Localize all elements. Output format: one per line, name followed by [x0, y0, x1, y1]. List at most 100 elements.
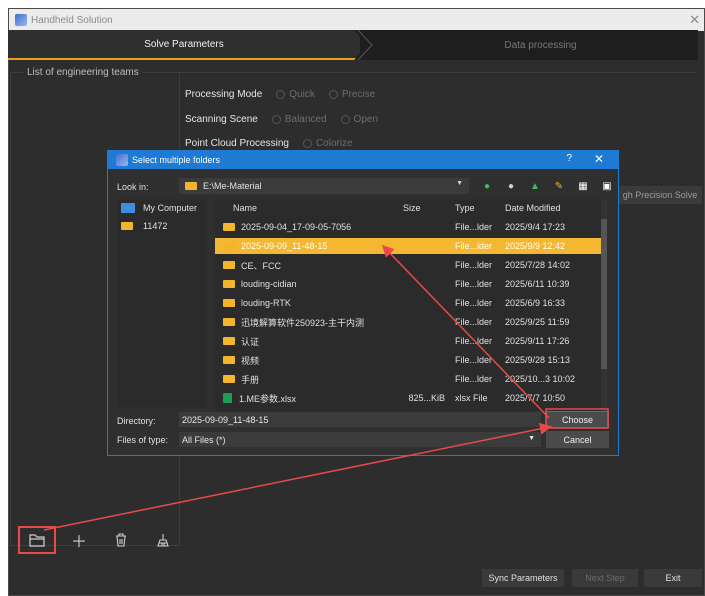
balanced-label: Balanced	[284, 114, 327, 125]
folder-icon	[223, 223, 235, 231]
file-date: 2025/9/25 11:59	[505, 317, 570, 327]
back-icon[interactable]: ●	[478, 179, 496, 193]
file-row[interactable]: 1.ME参数.xlsx 825...KiB xlsx File 2025/7/7 10…	[215, 390, 601, 406]
step-arrow-icon	[354, 30, 378, 60]
folder-icon	[121, 222, 133, 230]
forward-icon[interactable]: ●	[502, 179, 520, 193]
file-name-text: CE、FCC	[241, 260, 281, 271]
file-date: 2025/7/7 10:50	[505, 393, 566, 403]
team-toolbar: ＋	[18, 526, 188, 554]
next-step-button[interactable]: Next Step	[572, 569, 638, 587]
look-in-combobox[interactable]: E:\Me-Material ▼	[179, 178, 469, 194]
choose-button[interactable]: Choose	[546, 411, 609, 428]
file-row[interactable]: 迅境解算软件250923-主干内测 File...lder 2025/9/25 11…	[215, 314, 601, 330]
folder-icon	[223, 318, 235, 326]
colorize-checkbox[interactable]	[302, 139, 312, 148]
file-type: File...lder	[455, 298, 493, 308]
scrollbar-thumb[interactable]	[601, 219, 607, 369]
file-row[interactable]: 2025-09-09_11-48-15 File...lder 2025/9/9 1…	[215, 238, 601, 254]
file-name-text: louding-RTK	[241, 298, 291, 308]
close-icon[interactable]: ✕	[689, 12, 700, 28]
help-icon[interactable]: ?	[566, 153, 572, 164]
file-name-text: 2025-09-04_17-09-05-7056	[241, 222, 352, 232]
file-name: 2025-09-09_11-48-15	[215, 241, 403, 251]
vertical-scrollbar[interactable]	[601, 199, 607, 411]
file-name: 手册	[215, 373, 403, 386]
folder-icon	[185, 182, 197, 190]
delete-icon	[116, 533, 126, 547]
dialog-close-icon[interactable]: ✕	[594, 152, 604, 166]
directory-input[interactable]: 2025-09-09_11-48-15	[179, 412, 541, 427]
file-type: File...lder	[455, 355, 493, 365]
file-name-text: 手册	[241, 374, 260, 385]
file-name-text: 迅境解算软件250923-主干内测	[241, 317, 365, 328]
file-name-text: 1.ME参数.xlsx	[239, 393, 297, 404]
file-date: 2025/9/4 17:23	[505, 222, 566, 232]
column-size[interactable]: Size	[403, 203, 449, 213]
file-date: 2025/10...3 10:02	[505, 374, 576, 384]
file-name: 认证	[215, 335, 403, 348]
column-name[interactable]: Name	[215, 203, 403, 213]
parent-folder-icon[interactable]: ▲	[526, 179, 544, 193]
clean-button[interactable]	[146, 528, 180, 552]
folder-icon	[223, 337, 235, 345]
cancel-button[interactable]: Cancel	[546, 431, 609, 448]
select-folders-dialog: Select multiple folders ? ✕ Look in: E:\…	[107, 150, 619, 456]
file-row[interactable]: CE、FCC File...lder 2025/7/28 14:02	[215, 257, 601, 273]
file-type: File...lder	[455, 260, 493, 270]
list-view-icon[interactable]: ▦	[574, 179, 592, 193]
colorize-label: Colorize	[315, 138, 353, 149]
open-radio[interactable]	[340, 115, 350, 124]
point-cloud-label: Point Cloud Processing	[185, 138, 289, 149]
file-name: 迅境解算软件250923-主干内测	[215, 316, 403, 329]
file-type: File...lder	[455, 241, 493, 251]
step-solve-parameters[interactable]: Solve Parameters	[8, 30, 360, 60]
column-date[interactable]: Date Modified	[499, 203, 589, 213]
file-name: 视频	[215, 354, 403, 367]
directory-label: Directory:	[117, 416, 156, 426]
file-row[interactable]: 手册 File...lder 2025/10...3 10:02	[215, 371, 601, 387]
file-name: louding-RTK	[215, 298, 403, 308]
balanced-radio[interactable]	[271, 115, 281, 124]
sidebar-item-label: My Computer	[143, 203, 198, 213]
column-type[interactable]: Type	[449, 203, 499, 213]
exit-button[interactable]: Exit	[644, 569, 702, 587]
precise-radio[interactable]	[328, 90, 338, 99]
folder-icon	[223, 280, 235, 288]
point-cloud-row: Point Cloud Processing Colorize	[185, 138, 353, 149]
file-name: 1.ME参数.xlsx	[215, 392, 403, 405]
file-row[interactable]: louding-RTK File...lder 2025/6/9 16:33	[215, 295, 601, 311]
look-in-value: E:\Me-Material	[203, 181, 262, 191]
delete-button[interactable]	[104, 528, 138, 552]
open-folder-icon	[29, 534, 45, 547]
folder-icon	[223, 356, 235, 364]
add-button[interactable]: ＋	[62, 528, 96, 552]
precise-label: Precise	[341, 89, 376, 100]
files-of-type-combobox[interactable]: All Files (*) ▼	[179, 432, 541, 447]
look-in-label: Look in:	[117, 182, 149, 192]
file-row[interactable]: 2025-09-04_17-09-05-7056 File...lder 2025/…	[215, 219, 601, 235]
file-row[interactable]: louding-cidian File...lder 2025/6/11 10:39	[215, 276, 601, 292]
files-of-type-label: Files of type:	[117, 435, 169, 445]
file-row[interactable]: 视频 File...lder 2025/9/28 15:13	[215, 352, 601, 368]
detail-view-icon[interactable]: ▣	[598, 179, 616, 193]
high-precision-solve-button[interactable]: gh Precision Solve	[618, 186, 702, 204]
dialog-title-bar: Select multiple folders ? ✕	[108, 151, 618, 169]
new-folder-icon[interactable]: ✎	[550, 179, 568, 193]
file-type: File...lder	[455, 317, 493, 327]
sidebar-item-11472[interactable]: 11472	[117, 217, 207, 235]
file-name-text: 2025-09-09_11-48-15	[241, 241, 328, 251]
quick-radio[interactable]	[276, 90, 286, 99]
file-row[interactable]: 认证 File...lder 2025/9/11 17:26	[215, 333, 601, 349]
sync-parameters-button[interactable]: Sync Parameters	[482, 569, 564, 587]
quick-label: Quick	[289, 89, 315, 100]
open-folder-button[interactable]	[18, 526, 56, 554]
folder-icon	[223, 299, 235, 307]
file-name-text: 视频	[241, 355, 260, 366]
file-row[interactable]: 2.01.250702.174... setup_Beta.exe64...iB…	[215, 409, 601, 411]
sidebar-item-my-computer[interactable]: My Computer	[117, 199, 207, 217]
file-type: File...lder	[455, 279, 493, 289]
file-date: 2025/6/11 10:39	[505, 279, 570, 289]
step-data-processing[interactable]: Data processing	[383, 30, 698, 60]
sidebar-item-label: 11472	[143, 221, 168, 231]
